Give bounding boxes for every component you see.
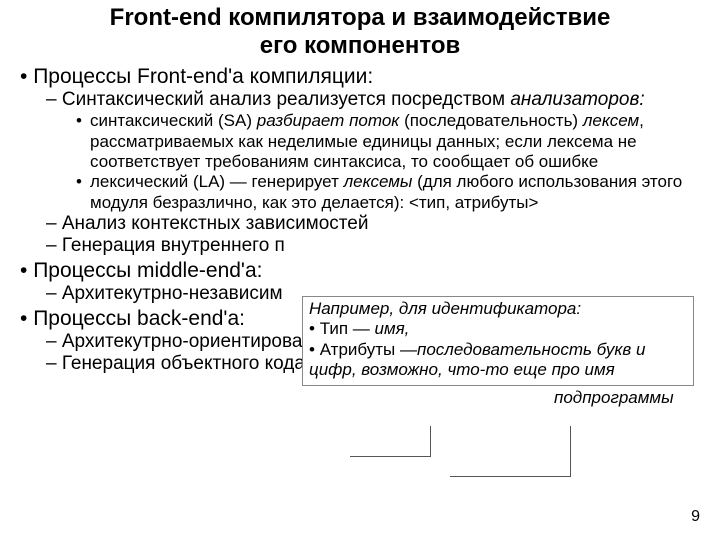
la-em: лексемы — [344, 172, 413, 191]
callout-item-type: Тип — имя, — [309, 319, 687, 339]
title-line-1: Front-end компилятора и взаимодействие — [110, 4, 611, 31]
sub-context-text: Анализ контекстных зависимостей — [62, 213, 369, 234]
connector-line-2 — [350, 426, 431, 457]
sub-intermediate: Генерация внутреннего п — [46, 235, 700, 257]
sub-arch-indep-text: Архитекутрно-независим — [62, 283, 283, 304]
page-number: 9 — [691, 508, 700, 526]
title-line-2: его компонентов — [260, 32, 461, 59]
sa-text-analyzers: анализаторов: — [510, 89, 644, 110]
callout-heading: Например, для идентификатора: — [309, 299, 687, 319]
bullet-frontend: Процессы Front-end'а компиляции: Синтакс… — [20, 65, 700, 257]
subsub-sa: синтаксический (SA) разбирает поток (пос… — [76, 111, 700, 172]
callout-type-label: Тип — — [320, 319, 375, 338]
la-label: лексический (LA) — генерирует — [90, 172, 344, 191]
callout-box: Например, для идентификатора: Тип — имя,… — [302, 296, 694, 386]
slide-title: Front-end компилятора и взаимодействие е… — [20, 4, 700, 59]
sa-text-1: Синтаксический анализ реализуется посред… — [62, 89, 510, 110]
sa-em2: лексем — [583, 111, 639, 130]
bullet-middleend-text: Процессы middle-end'а: — [33, 259, 262, 282]
bullet-frontend-text: Процессы Front-end'а компиляции: — [33, 65, 373, 88]
sa-em1: разбирает поток — [257, 111, 400, 130]
sa-mid: (последовательность) — [399, 111, 582, 130]
callout-item-attrs: Атрибуты —последовательность букв и цифр… — [309, 340, 687, 381]
sub-codegen-text: Генерация объектного кода — [62, 353, 305, 374]
callout-attr-label: Атрибуты — — [320, 340, 417, 359]
sub-syntax-analysis: Синтаксический анализ реализуется посред… — [46, 89, 700, 213]
bullet-backend-text: Процессы back-end'а: — [33, 307, 245, 330]
callout-type-val: имя, — [374, 319, 409, 338]
sa-label: синтаксический (SA) — [90, 111, 257, 130]
sub-context: Анализ контекстных зависимостей — [46, 213, 700, 235]
slide-root: Front-end компилятора и взаимодействие е… — [0, 0, 720, 540]
connector-line-1 — [450, 426, 571, 477]
sub-intermediate-text: Генерация внутреннего п — [62, 235, 285, 256]
peek-text: подпрограммы — [554, 388, 694, 408]
subsub-la: лексический (LA) — генерирует лексемы (д… — [76, 172, 700, 213]
